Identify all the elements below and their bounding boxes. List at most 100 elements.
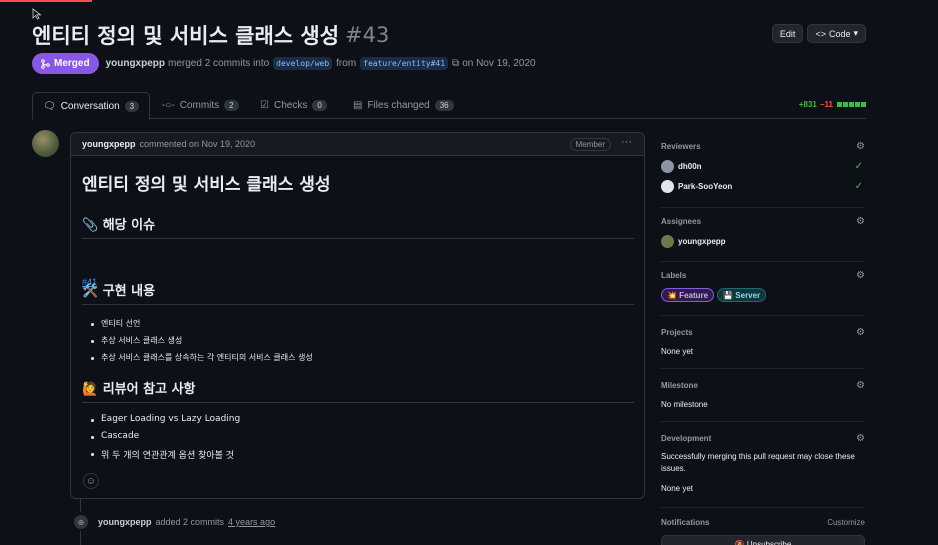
timeline-line (80, 531, 81, 545)
code-button[interactable]: <> Code ▾ (807, 24, 866, 43)
pr-number: #43 (345, 23, 390, 47)
comment-heading: 엔티티 정의 및 서비스 클래스 생성 (82, 175, 331, 195)
tab-count: 0 (312, 100, 327, 111)
avatar (661, 234, 674, 248)
tab-label: Conversation (60, 100, 120, 112)
projects-title[interactable]: Projects ⚙ (661, 327, 865, 342)
tab-label: Files changed (367, 100, 430, 111)
assignee-row[interactable]: youngxpepp (661, 231, 865, 251)
assignees-section: Assignees ⚙ youngxpepp (661, 216, 865, 251)
milestone-section: Milestone ⚙ No milestone (661, 380, 865, 411)
merged-badge: Merged (32, 53, 99, 74)
diff-stat: +831 −11 (799, 100, 866, 109)
code-icon: <> (815, 28, 826, 39)
gear-icon[interactable]: ⚙ (856, 216, 865, 227)
edit-button[interactable]: Edit (771, 24, 804, 43)
loading-progress (0, 0, 92, 2)
gear-icon[interactable]: ⚙ (856, 327, 865, 338)
from-text: from (336, 58, 357, 69)
diff-additions: +831 (798, 100, 817, 109)
section-impl-title: 🛠️ 구현 내용 (82, 280, 634, 305)
unsubscribe-button[interactable]: 🔕 Unsubscribe (661, 535, 865, 545)
tab-checks[interactable]: ☑ Checks 0 (250, 92, 337, 119)
tab-label: Commits (179, 100, 220, 111)
development-title[interactable]: Development ⚙ (661, 433, 865, 448)
add-reaction-icon[interactable]: ☺ (83, 473, 99, 489)
copy-icon[interactable]: ⧉ (452, 58, 459, 69)
gear-icon[interactable]: ⚙ (856, 433, 865, 444)
comment-box: youngxpepp commented on Nov 19, 2020 Mem… (70, 132, 645, 499)
kebab-menu-icon[interactable]: ··· (621, 136, 632, 148)
loading-bar (0, 0, 938, 6)
development-text: Successfully merging this pull request m… (661, 452, 855, 473)
divider (661, 421, 865, 422)
reviewers-title[interactable]: Reviewers ⚙ (661, 141, 865, 156)
edit-button-label: Edit (779, 28, 796, 39)
comment-action: commented on Nov 19, 2020 (139, 139, 256, 149)
list-item: 추상 서비스 클래스 생성 (90, 335, 313, 352)
member-badge: Member (569, 138, 611, 151)
merge-date: on Nov 19, 2020 (462, 58, 536, 69)
gear-icon[interactable]: ⚙ (856, 270, 865, 281)
avatar[interactable] (32, 130, 59, 157)
tab-commits[interactable]: -○- Commits 2 (152, 92, 249, 119)
divider (661, 368, 865, 369)
customize-link[interactable]: Customize (827, 518, 865, 527)
gear-icon[interactable]: ⚙ (856, 380, 865, 391)
label-feature[interactable]: 💥 Feature (661, 288, 715, 302)
code-button-label: Code (828, 28, 851, 39)
gear-icon[interactable]: ⚙ (856, 141, 865, 152)
timeline-time[interactable]: 4 years ago (228, 517, 275, 527)
tab-conversation[interactable]: 🗨 Conversation 3 (32, 92, 151, 120)
list-item: 위 두 개의 연관관계 옵션 찾아볼 것 (90, 448, 240, 465)
timeline-line (80, 498, 81, 512)
notifications-title: Notifications Customize (661, 518, 865, 527)
review-list: Eager Loading vs Lazy Loading Cascade 위 … (90, 414, 240, 465)
list-item: Cascade (90, 431, 240, 448)
diff-bar (836, 100, 866, 109)
caret-down-icon: ▾ (853, 28, 858, 38)
projects-value: None yet (661, 347, 694, 356)
tab-files-changed[interactable]: ▤ Files changed 36 (343, 92, 464, 119)
merge-text: merged 2 commits into (168, 58, 270, 69)
assignees-title[interactable]: Assignees ⚙ (661, 216, 865, 231)
divider (661, 507, 865, 508)
section-review-title: 🙋 리뷰어 참고 사항 (82, 378, 634, 403)
tab-count: 36 (434, 100, 454, 111)
reviewer-row[interactable]: Park-SooYeon ✓ (661, 176, 865, 196)
checklist-icon: ☑ (260, 100, 269, 111)
comment-header: youngxpepp commented on Nov 19, 2020 Mem… (71, 133, 644, 156)
pr-meta: Merged youngxpepp merged 2 commits into … (32, 53, 536, 74)
tab-count: 2 (224, 100, 239, 111)
timeline-author[interactable]: youngxpepp (98, 517, 152, 527)
base-branch[interactable]: develop/web (273, 57, 333, 70)
divider (661, 315, 865, 316)
label-server[interactable]: 💾 Server (717, 288, 767, 302)
reviewer-name: Park-SooYeon (678, 181, 733, 191)
check-icon: ✓ (854, 180, 863, 192)
file-diff-icon: ▤ (353, 100, 363, 111)
labels-section: Labels ⚙ 💥 Feature 💾 Server (661, 270, 865, 305)
push-icon: ⊕ (74, 515, 88, 529)
reviewers-section: Reviewers ⚙ dh00n ✓ Park-SooYeon ✓ (661, 141, 865, 196)
development-value: None yet (661, 484, 694, 493)
pr-header: 엔티티 정의 및 서비스 클래스 생성 #43 Edit <> Code ▾ M… (32, 20, 866, 74)
merge-author[interactable]: youngxpepp (106, 58, 165, 69)
list-item: 엔티티 선언 (90, 318, 313, 335)
timeline-text: added 2 commits (155, 517, 225, 527)
labels-row: 💥 Feature 💾 Server (661, 285, 865, 305)
diff-deletions: −11 (819, 100, 833, 109)
divider (661, 261, 865, 262)
labels-title[interactable]: Labels ⚙ (661, 270, 865, 285)
milestone-title[interactable]: Milestone ⚙ (661, 380, 865, 395)
divider (661, 207, 865, 208)
avatar (661, 159, 674, 173)
reviewer-row[interactable]: dh00n ✓ (661, 156, 865, 176)
tab-count: 3 (124, 100, 140, 112)
development-section: Development ⚙ Successfully merging this p… (661, 433, 865, 495)
merge-icon (41, 58, 50, 69)
comment-author[interactable]: youngxpepp (82, 139, 136, 149)
milestone-value: No milestone (661, 400, 708, 409)
head-branch[interactable]: feature/entity#41 (360, 57, 449, 70)
commit-icon: -○- (162, 100, 175, 111)
